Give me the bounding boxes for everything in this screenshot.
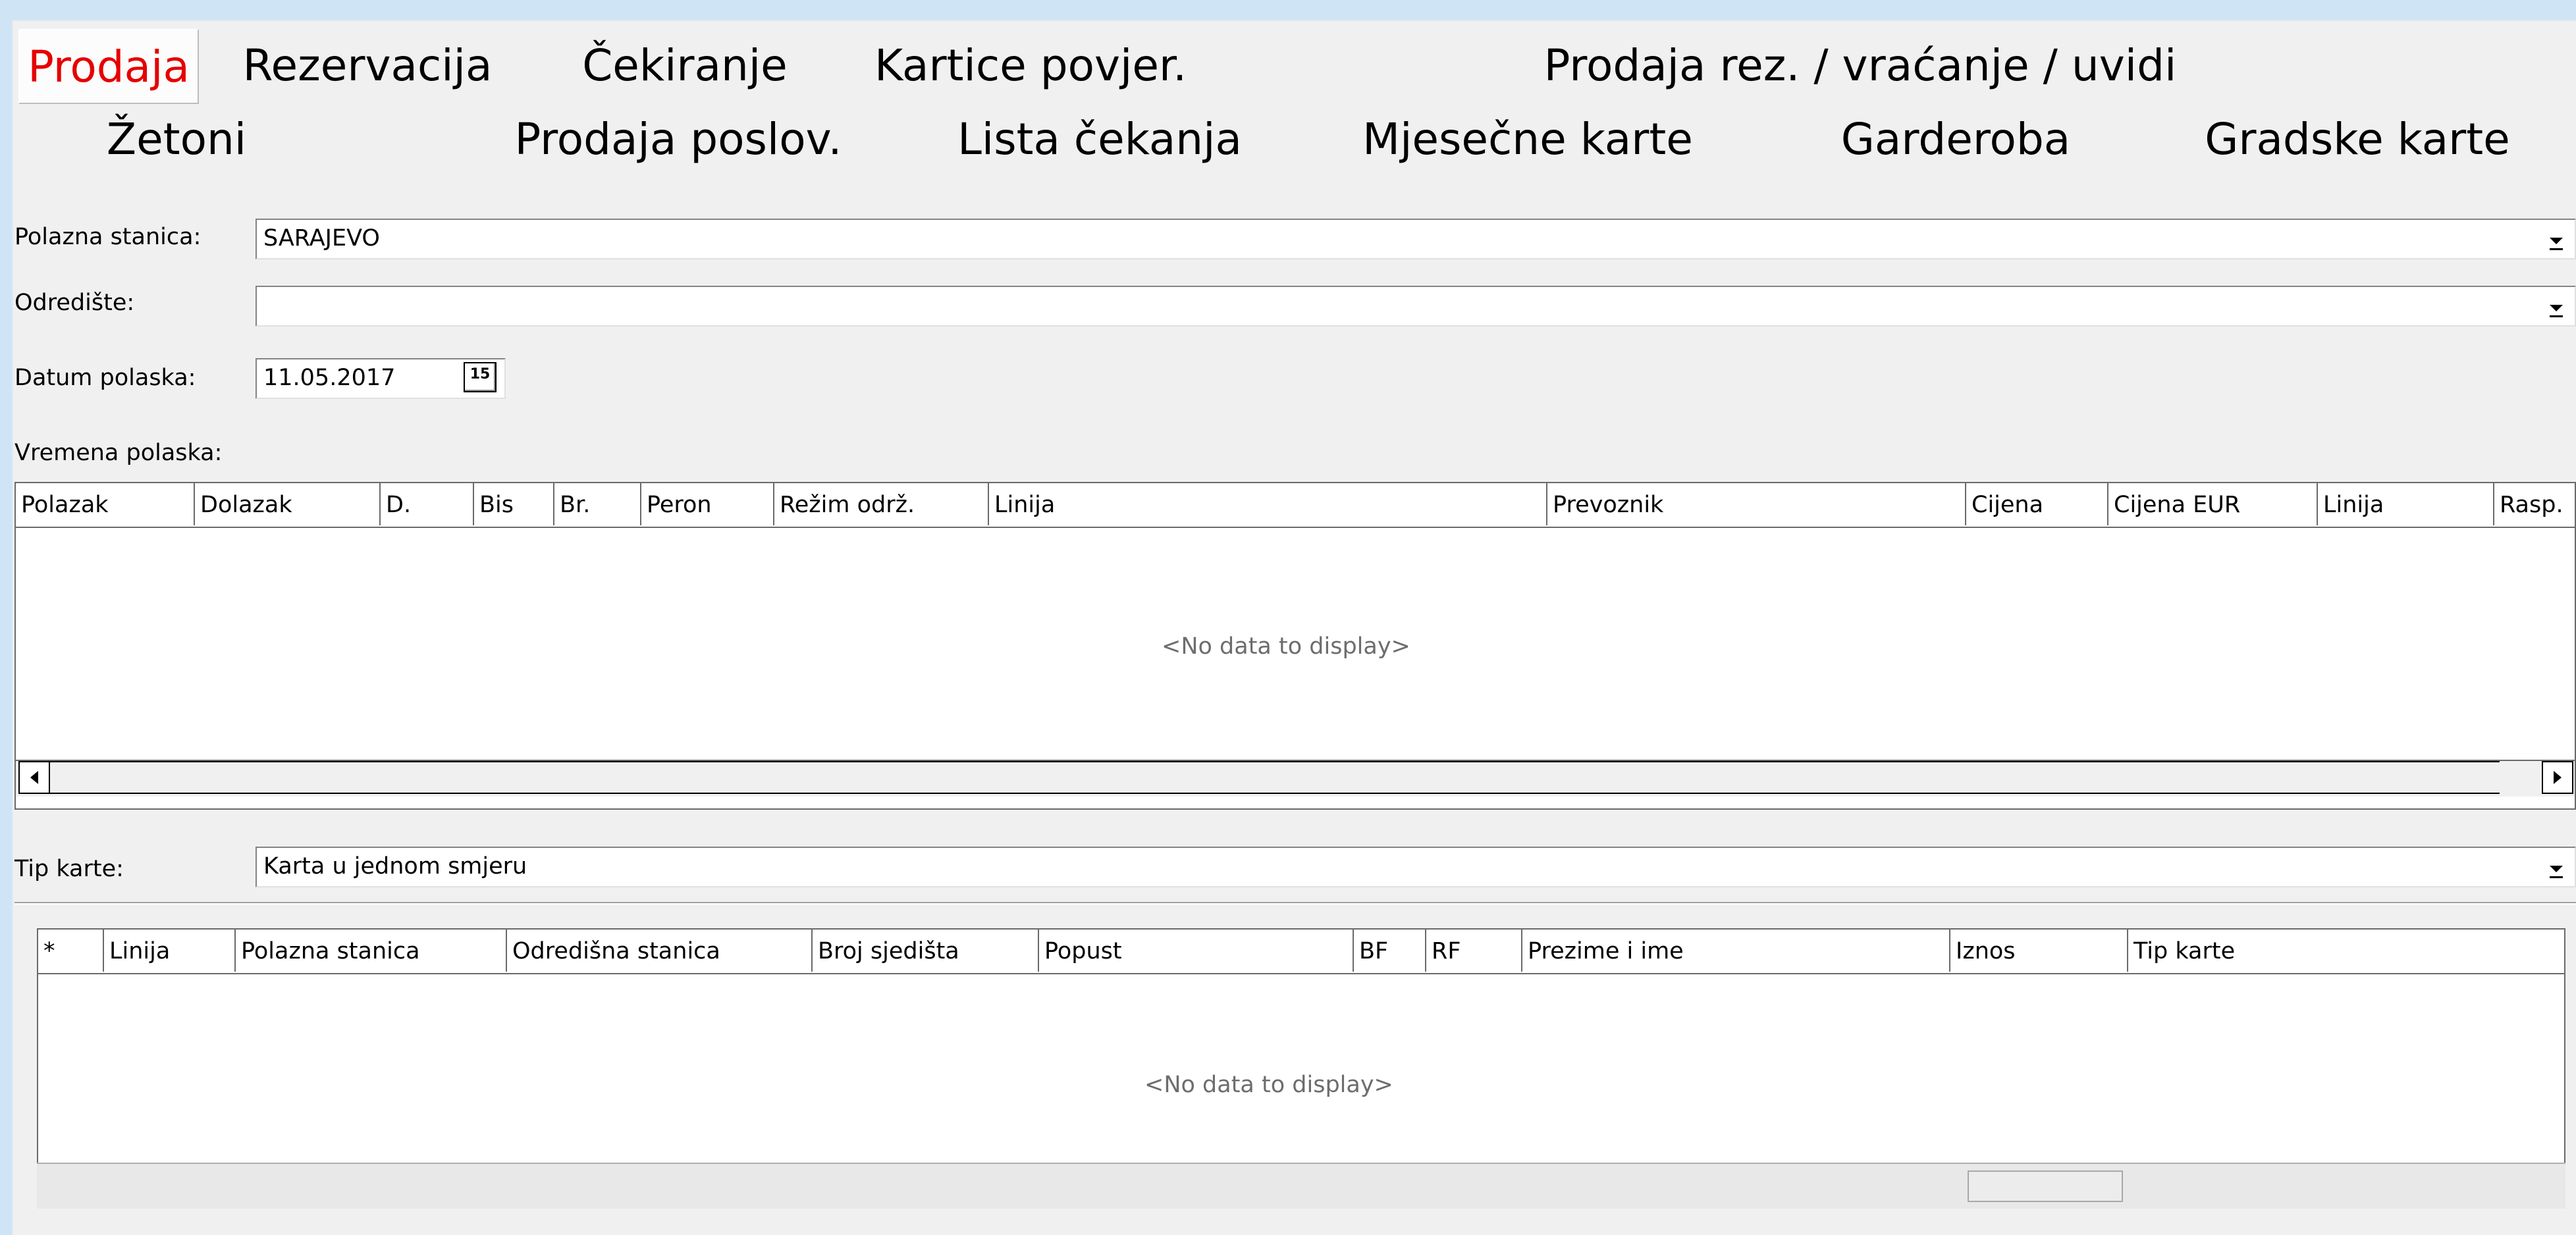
col-bis[interactable]: Bis xyxy=(474,483,554,525)
col-cijena-eur[interactable]: Cijena EUR xyxy=(2108,483,2318,525)
nav-prodaja[interactable]: Prodaja xyxy=(18,29,199,104)
nav-mjesecne-karte[interactable]: Mjesečne karte xyxy=(1343,103,1712,175)
chevron-down-icon[interactable] xyxy=(2538,848,2575,886)
col-bf[interactable]: BF xyxy=(1354,930,1426,972)
tickets-grid-header: * Linija Polazna stanica Odredišna stani… xyxy=(38,930,2564,974)
odrediste-combo[interactable] xyxy=(255,286,2576,327)
col-tip-karte[interactable]: Tip karte xyxy=(2128,930,2564,972)
departures-grid[interactable]: Polazak Dolazak D. Bis Br. Peron Režim o… xyxy=(14,482,2576,810)
col-linija[interactable]: Linija xyxy=(989,483,1547,525)
col-iznos[interactable]: Iznos xyxy=(1950,930,2128,972)
polazna-stanica-value: SARAJEVO xyxy=(263,225,380,251)
calendar-icon[interactable]: 15 xyxy=(464,362,496,392)
nav-prodaja-rez-vracanje-uvidi[interactable]: Prodaja rez. / vraćanje / uvidi xyxy=(1225,29,2496,101)
tip-karte-value: Karta u jednom smjeru xyxy=(263,853,527,880)
col-d[interactable]: D. xyxy=(381,483,474,525)
nav-gradske-karte[interactable]: Gradske karte xyxy=(2173,103,2542,175)
col-prevoznik[interactable]: Prevoznik xyxy=(1547,483,1966,525)
departures-grid-header: Polazak Dolazak D. Bis Br. Peron Režim o… xyxy=(16,483,2575,528)
scroll-right-icon[interactable] xyxy=(2542,761,2573,794)
app-window: Prodaja Rezervacija Čekiranje Kartice po… xyxy=(12,20,2576,1235)
tickets-footer xyxy=(37,1163,2565,1209)
tip-karte-combo[interactable]: Karta u jednom smjeru xyxy=(255,847,2576,887)
tip-karte-label: Tip karte: xyxy=(14,856,124,882)
col-br[interactable]: Br. xyxy=(554,483,641,525)
col-rf[interactable]: RF xyxy=(1426,930,1522,972)
col-polazna-stanica[interactable]: Polazna stanica xyxy=(236,930,507,972)
col-polazak[interactable]: Polazak xyxy=(16,483,195,525)
nav-rezervacija[interactable]: Rezervacija xyxy=(203,29,532,101)
vremena-polaska-label: Vremena polaska: xyxy=(14,440,223,466)
departures-empty-message: <No data to display> xyxy=(1162,633,1410,660)
chevron-down-icon[interactable] xyxy=(2538,287,2575,325)
tickets-empty-message: <No data to display> xyxy=(1144,1072,1393,1098)
col-prezime-i-ime[interactable]: Prezime i ime xyxy=(1522,930,1950,972)
iznos-total-cell xyxy=(1968,1170,2123,1202)
departures-hscrollbar[interactable] xyxy=(16,760,2575,797)
nav-lista-cekanja[interactable]: Lista čekanja xyxy=(928,103,1271,175)
col-peron[interactable]: Peron xyxy=(641,483,774,525)
nav-zetoni[interactable]: Žetoni xyxy=(18,103,335,175)
polazna-stanica-combo[interactable]: SARAJEVO xyxy=(255,219,2576,259)
col-cijena[interactable]: Cijena xyxy=(1966,483,2108,525)
datum-polaska-field[interactable]: 11.05.2017 15 xyxy=(255,358,506,399)
col-rasp[interactable]: Rasp. xyxy=(2494,483,2575,525)
divider xyxy=(14,902,2576,905)
nav-kartice-povjer[interactable]: Kartice povjer. xyxy=(843,29,1218,101)
col-broj-sjedista[interactable]: Broj sjedišta xyxy=(813,930,1039,972)
chevron-down-icon[interactable] xyxy=(2538,220,2575,258)
datum-polaska-label: Datum polaska: xyxy=(14,365,196,391)
col-star[interactable]: * xyxy=(38,930,104,972)
col-linija-2[interactable]: Linija xyxy=(2318,483,2494,525)
nav-cekiranje[interactable]: Čekiranje xyxy=(540,29,830,101)
polazna-stanica-label: Polazna stanica: xyxy=(14,224,201,250)
col-dolazak[interactable]: Dolazak xyxy=(195,483,381,525)
nav-garderoba[interactable]: Garderoba xyxy=(1817,103,2094,175)
col-popust[interactable]: Popust xyxy=(1039,930,1354,972)
col-linija[interactable]: Linija xyxy=(104,930,236,972)
scroll-left-icon[interactable] xyxy=(18,761,50,794)
col-odredisna-stanica[interactable]: Odredišna stanica xyxy=(507,930,813,972)
scroll-track[interactable] xyxy=(50,761,2500,794)
col-rezim-odrz[interactable]: Režim održ. xyxy=(774,483,989,525)
datum-polaska-value: 11.05.2017 xyxy=(263,365,396,391)
odrediste-label: Odredište: xyxy=(14,290,135,316)
nav-prodaja-poslov[interactable]: Prodaja poslov. xyxy=(474,103,882,175)
